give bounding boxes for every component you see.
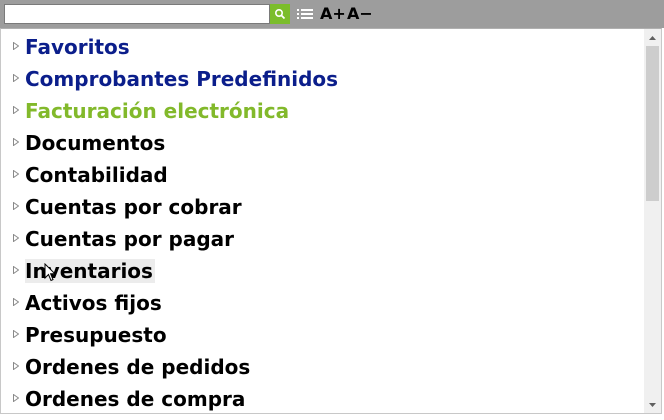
expand-triangle-icon[interactable]: [12, 393, 20, 403]
tree-item-label[interactable]: Presupuesto: [25, 323, 169, 347]
expand-triangle-icon[interactable]: [12, 329, 20, 339]
expand-triangle-icon[interactable]: [12, 201, 20, 211]
tree-item-ordenes-de-pedidos[interactable]: Ordenes de pedidos: [1, 351, 641, 383]
tree-item-comprobantes-predefinidos[interactable]: Comprobantes Predefinidos: [1, 63, 641, 95]
expand-triangle-icon[interactable]: [12, 41, 20, 51]
expand-triangle-icon[interactable]: [12, 297, 20, 307]
mouse-pointer-icon: [44, 263, 56, 282]
tree-item-activos-fijos[interactable]: Activos fijos: [1, 287, 641, 319]
expand-triangle-icon[interactable]: [12, 361, 20, 371]
tree-item-ordenes-de-compra[interactable]: Ordenes de compra: [1, 383, 641, 413]
search-button[interactable]: [270, 4, 290, 24]
tree-item-label[interactable]: Cuentas por pagar: [25, 227, 236, 251]
tree-item-label[interactable]: Ordenes de compra: [25, 387, 247, 411]
scroll-up-button[interactable]: [644, 29, 661, 46]
expand-triangle-icon[interactable]: [12, 233, 20, 243]
tree-item-cuentas-por-pagar[interactable]: Cuentas por pagar: [1, 223, 641, 255]
tree-item-label[interactable]: Ordenes de pedidos: [25, 355, 252, 379]
tree-item-label[interactable]: Facturación electrónica: [25, 99, 291, 123]
list-view-button[interactable]: [296, 6, 314, 22]
expand-triangle-icon[interactable]: [12, 169, 20, 179]
font-decrease-button[interactable]: A−: [347, 3, 373, 25]
expand-triangle-icon[interactable]: [12, 137, 20, 147]
tree-item-inventarios[interactable]: Inventarios: [1, 255, 641, 287]
tree-item-label[interactable]: Contabilidad: [25, 163, 170, 187]
menu-tree: Favoritos Comprobantes Predefinidos Fact…: [1, 31, 641, 413]
expand-triangle-icon[interactable]: [12, 73, 20, 83]
scroll-down-arrow-icon: [649, 402, 656, 407]
expand-triangle-icon[interactable]: [12, 105, 20, 115]
tree-item-documentos[interactable]: Documentos: [1, 127, 641, 159]
tree-item-contabilidad[interactable]: Contabilidad: [1, 159, 641, 191]
search-icon: [274, 8, 286, 20]
tree-item-presupuesto[interactable]: Presupuesto: [1, 319, 641, 351]
tree-item-label[interactable]: Favoritos: [25, 35, 132, 59]
search-input[interactable]: [4, 4, 270, 24]
scrollbar-thumb[interactable]: [646, 46, 659, 201]
tree-item-label[interactable]: Activos fijos: [25, 291, 164, 315]
toolbar: A+ A−: [0, 0, 664, 28]
tree-item-cuentas-por-cobrar[interactable]: Cuentas por cobrar: [1, 191, 641, 223]
expand-triangle-icon[interactable]: [12, 265, 20, 275]
tree-item-favoritos[interactable]: Favoritos: [1, 31, 641, 63]
tree-item-label[interactable]: Comprobantes Predefinidos: [25, 67, 340, 91]
tree-item-label[interactable]: Documentos: [25, 131, 167, 155]
scroll-up-arrow-icon: [649, 35, 656, 40]
vertical-scrollbar[interactable]: [644, 29, 661, 413]
tree-item-label[interactable]: Cuentas por cobrar: [25, 195, 244, 219]
scroll-down-button[interactable]: [644, 396, 661, 413]
list-icon: [297, 9, 313, 19]
tree-item-facturacion-electronica[interactable]: Facturación electrónica: [1, 95, 641, 127]
menu-tree-panel: Favoritos Comprobantes Predefinidos Fact…: [0, 28, 662, 414]
font-increase-button[interactable]: A+: [320, 3, 346, 25]
